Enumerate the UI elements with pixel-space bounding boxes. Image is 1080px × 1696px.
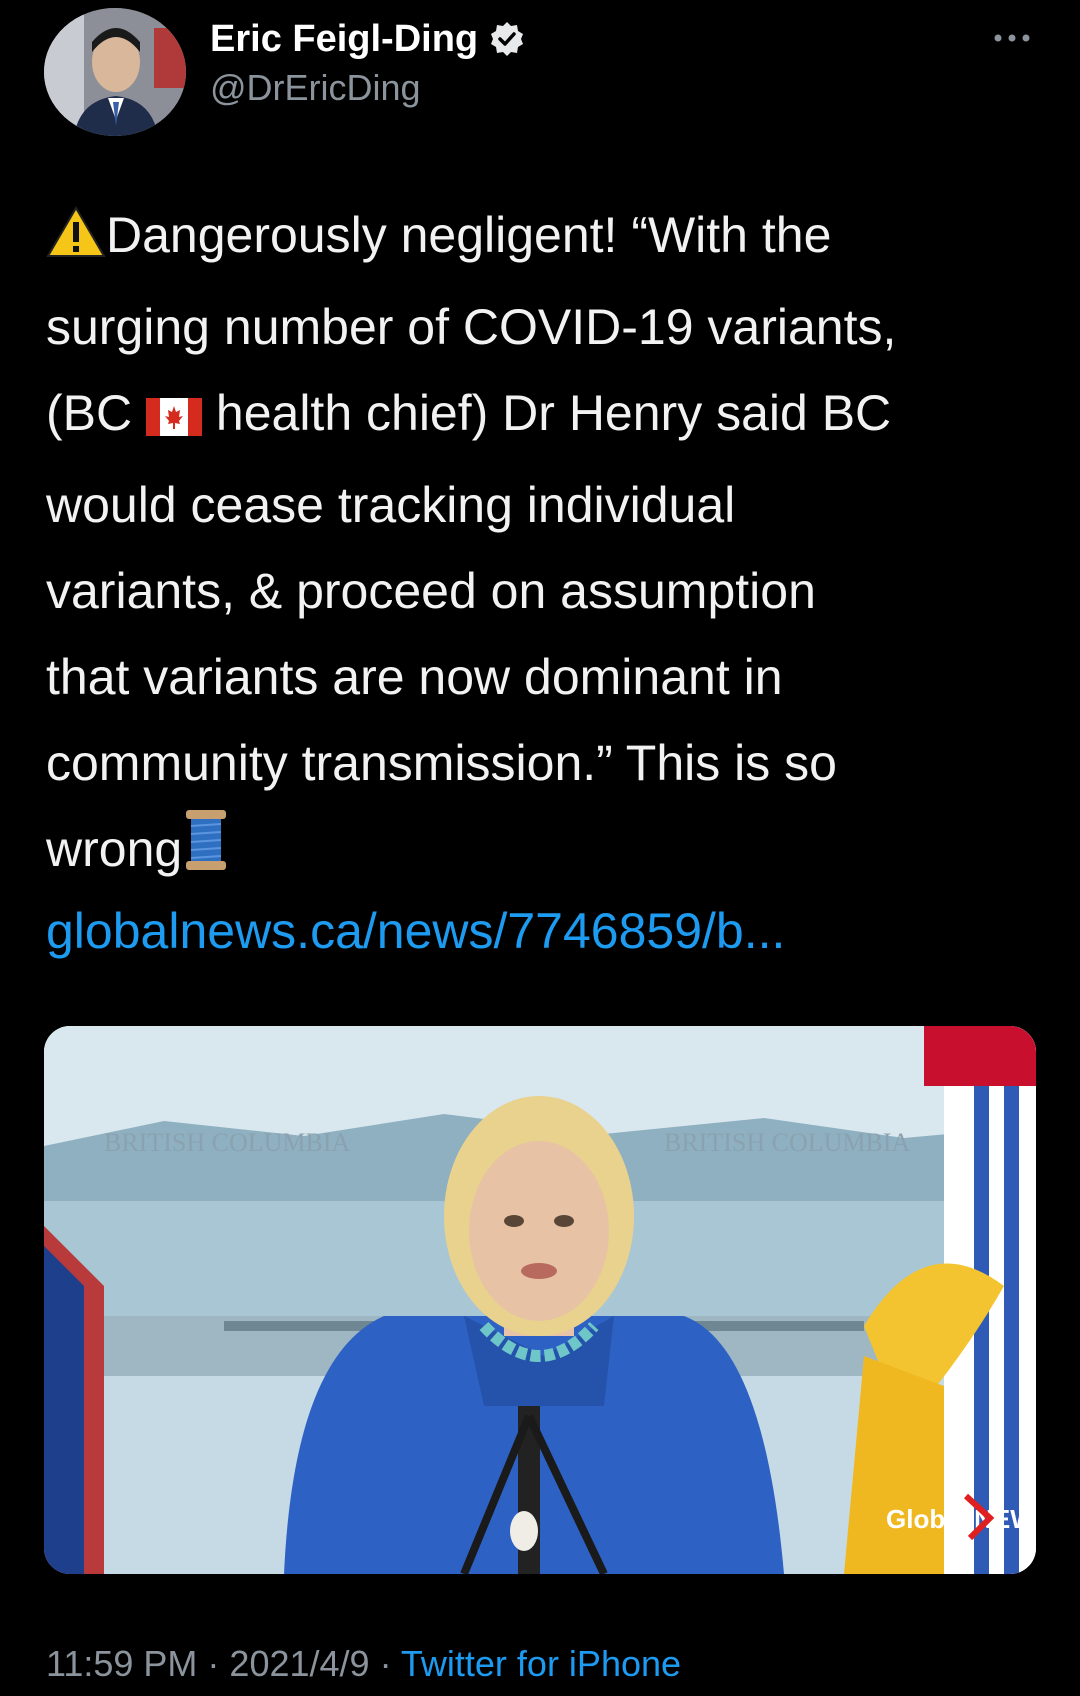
tweet-line-1: Dangerously negligent! “With the <box>106 207 832 263</box>
tweet-line-8: wrong <box>46 821 183 877</box>
tweet-source[interactable]: Twitter for iPhone <box>401 1643 681 1684</box>
tweet-line-5: variants, & proceed on assumption <box>46 563 816 619</box>
author-name-row[interactable]: Eric Feigl-Ding <box>210 14 526 64</box>
tweet-line-3a: (BC <box>46 385 146 441</box>
article-link[interactable]: globalnews.ca/news/7746859/b... <box>46 888 785 974</box>
tweet-time[interactable]: 11:59 PM <box>46 1643 197 1684</box>
tweet-line-4: would cease tracking individual <box>46 477 736 533</box>
backdrop-text-left: BRITISH COLUMBIA <box>104 1128 351 1157</box>
tweet-date[interactable]: 2021/4/9 <box>229 1643 369 1684</box>
watermark-text: Global NEWS <box>886 1504 1036 1534</box>
tweet-line-2: surging number of COVID-19 variants, <box>46 299 897 355</box>
backdrop-text-right: BRITISH COLUMBIA <box>664 1128 911 1157</box>
verified-badge-icon <box>488 20 526 58</box>
thread-spool-icon <box>182 808 230 898</box>
tweet-line-6: that variants are now dominant in <box>46 649 783 705</box>
warning-icon <box>46 198 106 284</box>
avatar[interactable] <box>44 8 186 136</box>
media-image[interactable]: BRITISH COLUMBIA BRITISH COLUMBIA Global… <box>44 1026 1036 1574</box>
tweet: Eric Feigl-Ding @DrEricDing Dangerously … <box>0 0 1080 1696</box>
meta-separator-2: · <box>369 1643 401 1684</box>
author-handle[interactable]: @DrEricDing <box>210 64 421 112</box>
tweet-line-7: community transmission.” This is so <box>46 735 837 791</box>
tweet-text: Dangerously negligent! “With the surging… <box>46 192 1046 898</box>
meta-separator-1: · <box>197 1643 230 1684</box>
canada-flag-icon <box>146 376 202 462</box>
tweet-meta: 11:59 PM · 2021/4/9 · Twitter for iPhone <box>46 1636 681 1692</box>
author-name[interactable]: Eric Feigl-Ding <box>210 14 478 64</box>
tweet-line-3b: health chief) Dr Henry said BC <box>202 385 892 441</box>
more-icon[interactable] <box>990 20 1034 56</box>
